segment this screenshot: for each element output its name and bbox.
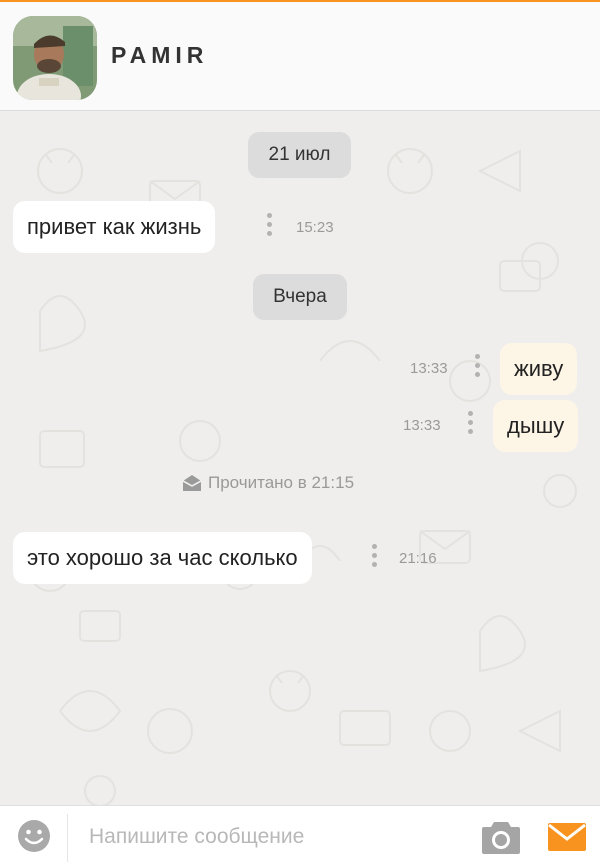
composer-divider <box>67 814 68 862</box>
message-menu-icon[interactable] <box>371 544 377 568</box>
user-avatar-photo <box>13 16 97 100</box>
outgoing-message[interactable]: дышу <box>493 400 579 452</box>
message-list[interactable]: 21 июл привет как жизнь 15:23 Вчера 13:3… <box>0 111 600 805</box>
chat-header: PAMIR <box>0 2 600 111</box>
outgoing-message[interactable]: живу <box>500 343 578 395</box>
incoming-message[interactable]: привет как жизнь <box>13 201 216 253</box>
avatar[interactable] <box>13 16 97 100</box>
message-menu-icon[interactable] <box>266 213 272 237</box>
message-time: 21:16 <box>399 550 437 567</box>
camera-icon[interactable] <box>481 818 521 856</box>
read-status-text: Прочитано в 21:15 <box>208 473 355 492</box>
read-receipt: Прочитано в 21:15 <box>182 473 354 493</box>
incoming-message[interactable]: это хорошо за час сколько <box>13 532 312 584</box>
envelope-icon[interactable] <box>547 822 587 852</box>
message-menu-icon[interactable] <box>474 354 480 378</box>
message-composer <box>0 805 600 868</box>
smiley-icon[interactable] <box>17 819 51 853</box>
message-time: 13:33 <box>410 360 448 377</box>
contact-name[interactable]: PAMIR <box>111 42 208 69</box>
date-separator: 21 июл <box>248 132 351 178</box>
message-time: 15:23 <box>296 219 334 236</box>
opened-envelope-icon <box>182 475 202 491</box>
message-time: 13:33 <box>403 417 441 434</box>
message-input[interactable] <box>87 818 461 856</box>
date-separator: Вчера <box>253 274 347 320</box>
message-menu-icon[interactable] <box>467 411 473 435</box>
